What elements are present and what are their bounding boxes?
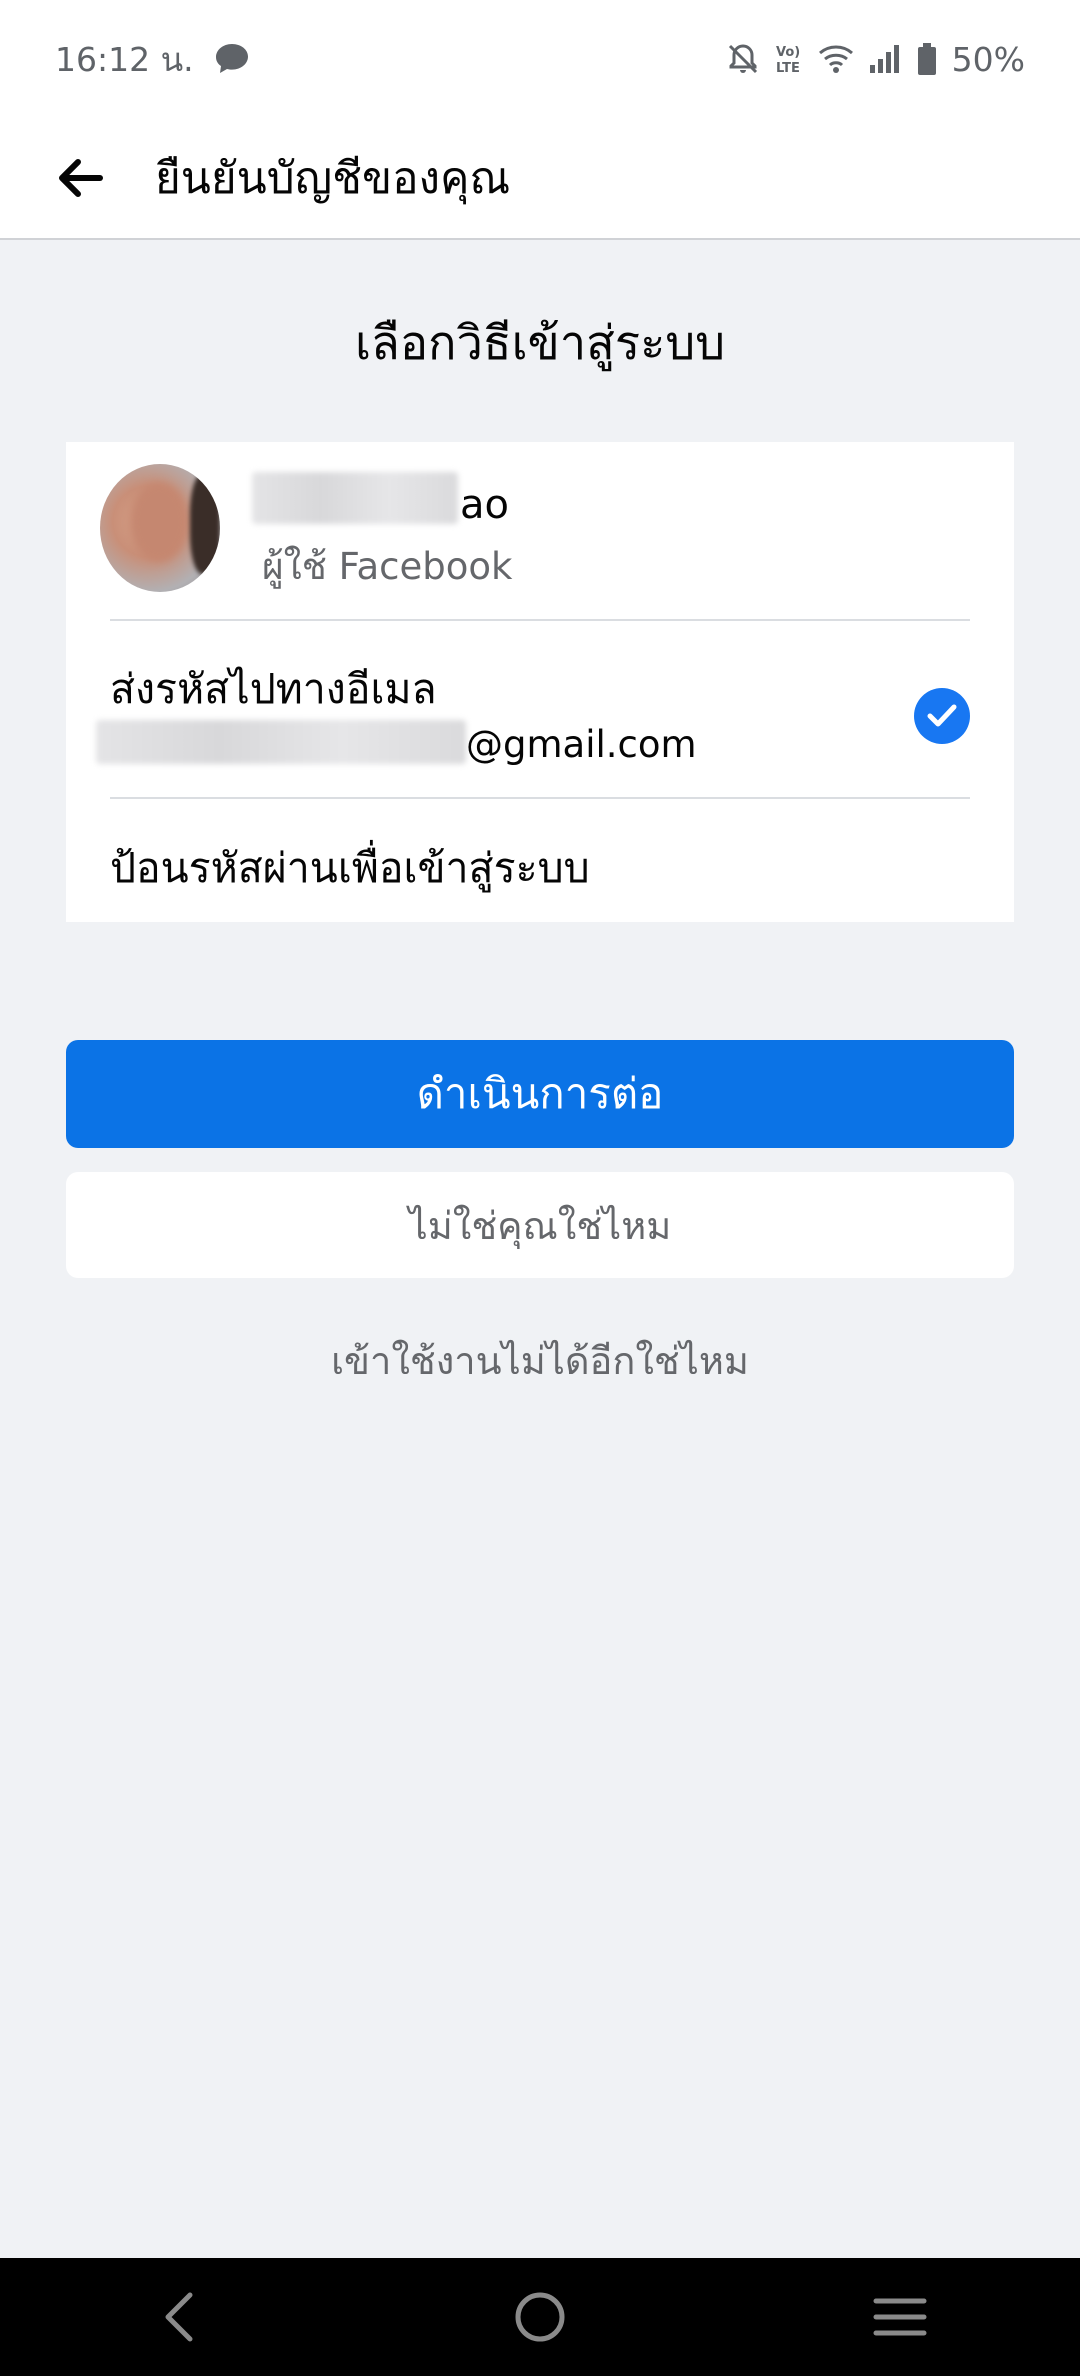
status-left: 16:12 น. [55,33,250,86]
nav-back-icon [165,2292,193,2342]
avatar [100,464,220,592]
option-send-code-email[interactable]: ส่งรหัสไปทางอีเมล @gmail.com [66,620,1014,798]
volte-icon: Vo) LTE [776,45,800,76]
nav-menu-icon [873,2298,927,2336]
wifi-icon [818,45,853,73]
system-nav-bar [0,2258,1080,2376]
continue-button[interactable]: ดำเนินการต่อ [66,1040,1014,1148]
not-you-button[interactable]: ไม่ใช่คุณใช่ไหม [66,1172,1014,1278]
option-email-title: ส่งรหัสไปทางอีเมล [110,665,437,713]
nav-home-icon [515,2292,565,2342]
svg-text:Vo): Vo) [776,45,800,60]
bell-off-icon [728,44,757,74]
back-button[interactable] [30,128,130,228]
account-row: ao ผู้ใช้ Facebook [66,442,1014,620]
signal-icon [869,45,899,73]
nav-menu-button[interactable] [840,2267,960,2367]
avatar-hair [190,474,220,574]
option-enter-password[interactable]: ป้อนรหัสผ่านเพื่อเข้าสู่ระบบ [66,798,1014,922]
nav-back-button[interactable] [120,2267,240,2367]
nav-home-button[interactable] [480,2267,600,2367]
account-name: ao [460,482,509,528]
login-options-card: ao ผู้ใช้ Facebook ส่งรหัสไปทางอีเมล @gm… [66,442,1014,922]
option-password-title: ป้อนรหัสผ่านเพื่อเข้าสู่ระบบ [110,844,590,892]
battery-percent: 50% [951,39,1025,79]
battery-icon [917,43,936,75]
selected-check-icon [914,688,970,744]
page-title: ยืนยันบัญชีของคุณ [155,153,511,204]
chat-bubble-icon [215,44,248,73]
app-bar: ยืนยันบัญชีของคุณ [0,118,1080,240]
option-email-address: @gmail.com [466,723,697,766]
email-redacted [96,720,466,764]
login-method-heading: เลือกวิธีเข้าสู่ระบบ [354,316,726,371]
status-bar: 16:12 น. Vo) LTE 50% [0,0,1080,118]
cant-access-link[interactable]: เข้าใช้งานไม่ได้อีกใช่ไหม [0,1330,1080,1391]
status-time: 16:12 น. [55,39,194,79]
status-right: Vo) LTE 50% [726,40,1025,79]
account-name-redacted [252,472,458,524]
svg-text:LTE: LTE [776,61,800,76]
avatar-face [130,482,188,562]
account-subtitle: ผู้ใช้ Facebook [262,545,513,588]
arrow-left-icon [59,159,103,197]
